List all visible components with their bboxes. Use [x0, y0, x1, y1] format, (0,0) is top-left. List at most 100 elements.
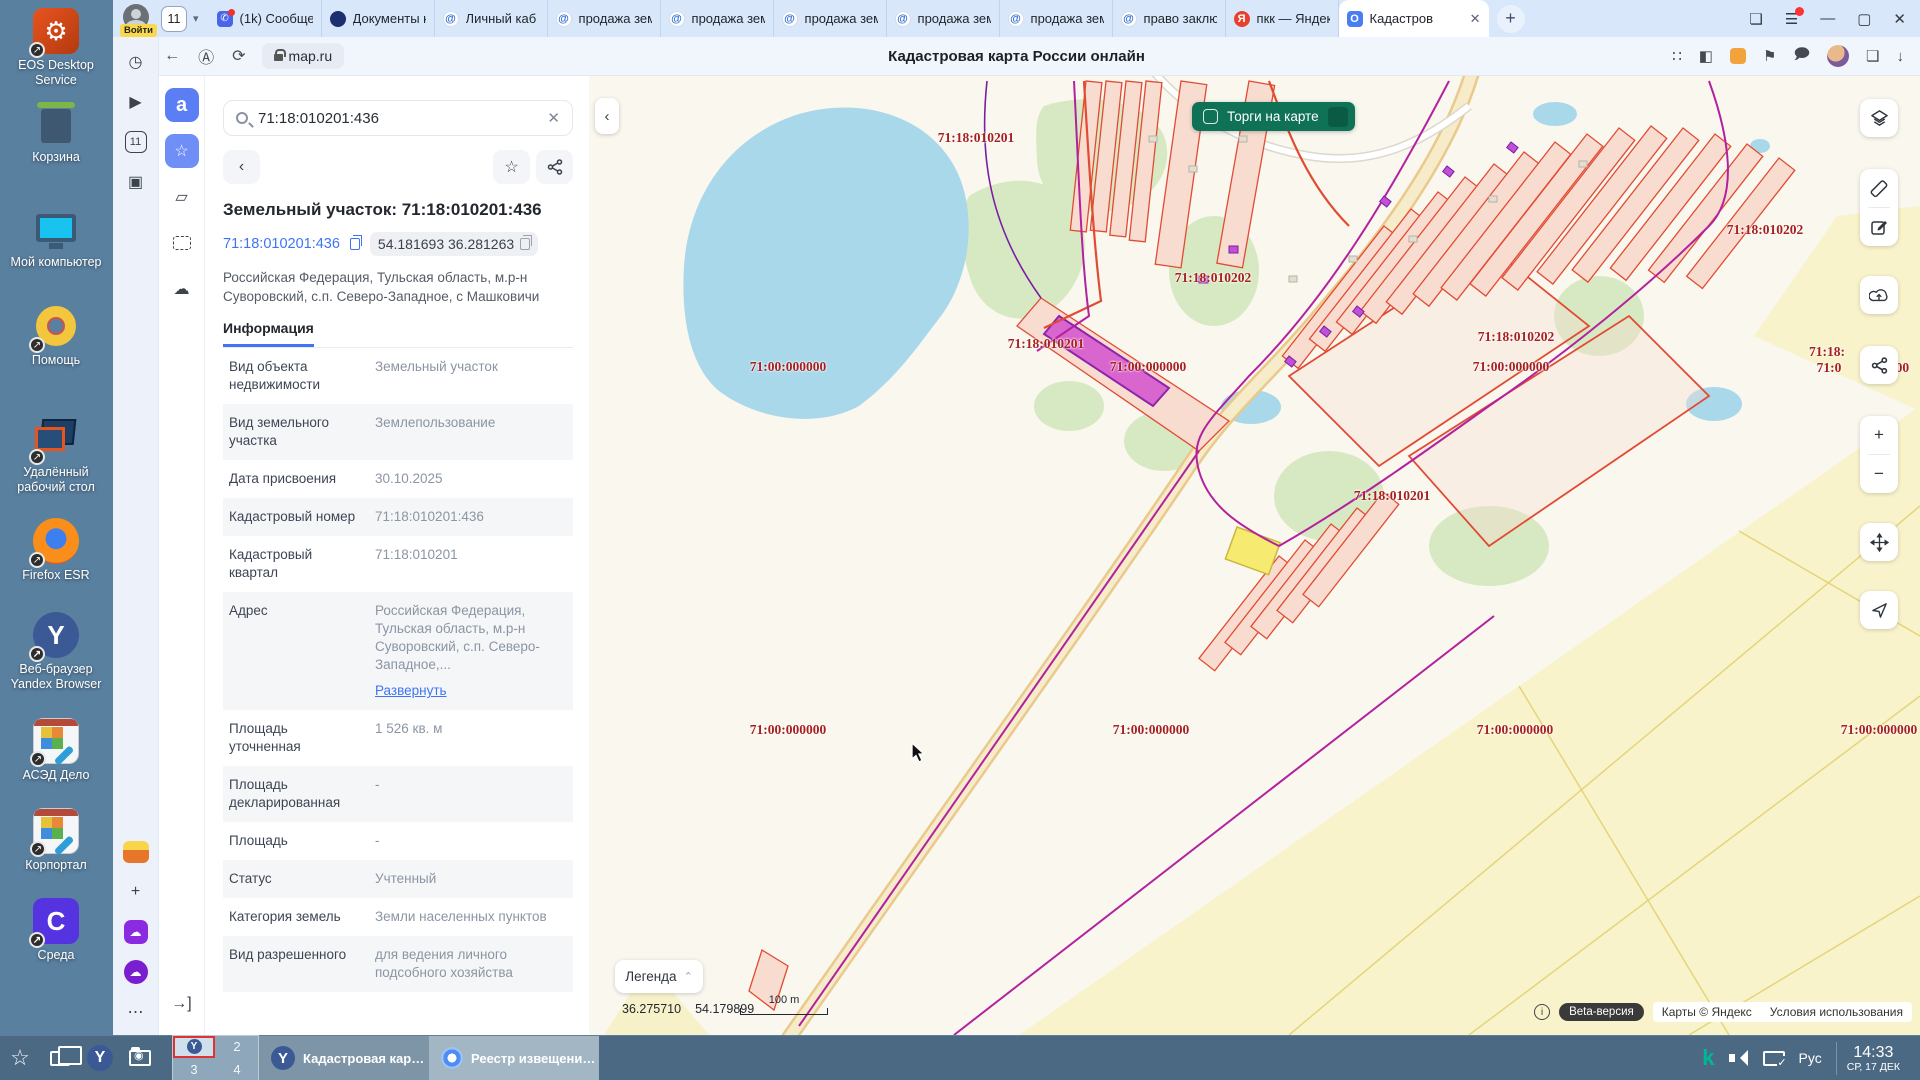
- copy-icon[interactable]: [350, 238, 360, 250]
- pan-button[interactable]: [1860, 523, 1898, 561]
- tab-land-sale-2[interactable]: @продажа зем: [661, 0, 774, 37]
- task-window-cadastral-map[interactable]: Y Кадастровая кар…: [259, 1036, 429, 1080]
- more-icon[interactable]: ⋯: [121, 997, 151, 1027]
- expand-link[interactable]: Развернуть: [375, 682, 447, 700]
- desktop-icon-rdp[interactable]: ↗ Удалённый рабочий стол: [0, 415, 112, 495]
- tab-land-sale-4[interactable]: @продажа зем: [887, 0, 1000, 37]
- workspace-3[interactable]: 3: [173, 1059, 215, 1080]
- taskbar-start-icon[interactable]: ☆: [0, 1036, 40, 1080]
- checkbox-icon[interactable]: [1203, 109, 1218, 124]
- kaspersky-icon[interactable]: k: [1702, 1045, 1714, 1071]
- desktop-icon-eos[interactable]: ⚙↗ EOS Desktop Service: [0, 8, 112, 88]
- yandex-home-icon[interactable]: Ⓐ: [198, 44, 214, 68]
- workspace-1[interactable]: Y: [173, 1036, 215, 1058]
- desktop-icon-firefox[interactable]: ↗ Firefox ESR: [0, 518, 112, 583]
- split-view-icon[interactable]: ◧: [1699, 47, 1713, 65]
- desktop-icon-trash[interactable]: Корзина: [0, 100, 112, 165]
- close-tab-icon[interactable]: ✕: [1466, 11, 1481, 27]
- tabs-tile[interactable]: 11: [121, 127, 151, 157]
- cloud-app-icon[interactable]: ☁: [121, 957, 151, 987]
- tab-messages[interactable]: ✆(1k) Сообще: [209, 0, 322, 37]
- info-icon[interactable]: i: [1534, 1004, 1550, 1020]
- layers-button[interactable]: [1860, 99, 1898, 137]
- back-button[interactable]: ‹: [223, 150, 260, 184]
- star-button[interactable]: ☆: [493, 150, 530, 184]
- collapse-panel-button[interactable]: ‹: [595, 98, 619, 134]
- tab-information[interactable]: Информация: [223, 320, 314, 347]
- map-canvas[interactable]: 71:18:010201 71:18:010202 71:18:010201 7…: [589, 76, 1920, 1035]
- video-icon[interactable]: ▶: [121, 87, 151, 117]
- coords-chip[interactable]: 54.181693 36.281263: [370, 232, 538, 256]
- mapru-logo[interactable]: a: [165, 88, 199, 122]
- desktop-icon-my-computer[interactable]: Мой компьютер: [0, 205, 112, 270]
- edit-button[interactable]: [1860, 208, 1898, 246]
- tab-land-sale-3[interactable]: @продажа зем: [774, 0, 887, 37]
- measure-icon[interactable]: ▱: [165, 180, 199, 214]
- screenshot-icon[interactable]: ▣: [121, 167, 151, 197]
- torgi-toggle-button[interactable]: Торги на карте: [1192, 102, 1355, 131]
- minimize-button[interactable]: —: [1820, 10, 1835, 27]
- download-icon[interactable]: ↓: [1897, 48, 1905, 65]
- workspace-4[interactable]: 4: [216, 1059, 258, 1080]
- tab-personal-cabinet[interactable]: @Личный каб: [435, 0, 548, 37]
- taskbar-windows-icon[interactable]: [40, 1036, 80, 1080]
- bookmark-flag-icon[interactable]: ⚑: [1763, 47, 1776, 65]
- map-share-button[interactable]: [1860, 346, 1898, 384]
- zoom-in-button[interactable]: +: [1860, 416, 1898, 454]
- cadastral-number-link[interactable]: 71:18:010201:436: [223, 236, 340, 252]
- collapse-rail-icon[interactable]: →]: [165, 987, 199, 1021]
- task-window-registry[interactable]: Реестр извещени…: [429, 1036, 599, 1080]
- taskbar-folder-icon[interactable]: [120, 1036, 160, 1080]
- gift-icon[interactable]: [1730, 48, 1746, 64]
- back-icon[interactable]: ←: [164, 47, 180, 65]
- mail-icon[interactable]: [121, 837, 151, 867]
- profile-button[interactable]: Войти: [123, 4, 153, 34]
- language-indicator[interactable]: Рус: [1799, 1050, 1822, 1066]
- locate-button[interactable]: [1860, 591, 1898, 629]
- tab-counter[interactable]: 11 ▾: [161, 6, 203, 32]
- volume-icon[interactable]: [1729, 1050, 1749, 1066]
- tab-right-conclude[interactable]: @право заклю: [1113, 0, 1226, 37]
- close-window-button[interactable]: ✕: [1893, 10, 1906, 28]
- maximize-button[interactable]: ▢: [1857, 10, 1871, 28]
- reload-icon[interactable]: ⟳: [232, 46, 245, 66]
- taskbar-yandex-icon[interactable]: Y: [80, 1036, 120, 1080]
- search-input[interactable]: [258, 110, 537, 127]
- search-box[interactable]: ✕: [223, 100, 573, 136]
- browser-menu-icon[interactable]: ☰: [1785, 10, 1798, 28]
- collections-icon[interactable]: ❏: [1866, 47, 1879, 65]
- add-icon[interactable]: +: [121, 877, 151, 907]
- chat-icon[interactable]: 🗩: [1793, 44, 1810, 69]
- address-chip[interactable]: map.ru: [262, 43, 345, 69]
- desktop-icon-delo[interactable]: ↗ АСЭД Дело: [0, 718, 112, 783]
- upload-button[interactable]: [1860, 276, 1898, 314]
- desktop-icon-sreda[interactable]: С↗ Среда: [0, 898, 112, 963]
- select-area-icon[interactable]: [165, 226, 199, 260]
- displays-icon[interactable]: [1763, 1051, 1785, 1066]
- tab-documents[interactable]: Документы н: [322, 0, 435, 37]
- disk-icon[interactable]: ☁: [121, 917, 151, 947]
- workspace-2[interactable]: 2: [216, 1036, 258, 1058]
- desktop-icon-help[interactable]: ↗ Помощь: [0, 303, 112, 368]
- copy-icon[interactable]: [520, 238, 530, 250]
- new-tab-button[interactable]: +: [1497, 5, 1525, 33]
- history-icon[interactable]: ◷: [121, 47, 151, 77]
- clear-search-icon[interactable]: ✕: [547, 109, 560, 127]
- user-avatar[interactable]: [1827, 45, 1849, 67]
- share-button[interactable]: [536, 150, 573, 184]
- tab-cadastral-map[interactable]: OКадастров✕: [1339, 0, 1489, 37]
- terms-link[interactable]: Условия использования: [1770, 1005, 1903, 1019]
- zoom-out-button[interactable]: −: [1860, 455, 1898, 493]
- favorites-icon[interactable]: ☆: [165, 134, 199, 168]
- tab-land-sale-5[interactable]: @продажа зем: [1000, 0, 1113, 37]
- services-grid-icon[interactable]: ∷: [1672, 47, 1682, 65]
- desktop-icon-yandex-browser[interactable]: Y↗ Веб-браузер Yandex Browser: [0, 612, 112, 692]
- clock[interactable]: 14:33 СР, 17 ДЕК: [1836, 1042, 1910, 1075]
- tab-land-sale-1[interactable]: @продажа зем: [548, 0, 661, 37]
- tab-pkk-yandex[interactable]: Япкк — Яндек: [1226, 0, 1339, 37]
- desktop-icon-korportal[interactable]: ↗ Корпортал: [0, 808, 112, 873]
- highlighted-parcel[interactable]: [1225, 527, 1280, 575]
- cloud-icon[interactable]: ☁: [165, 272, 199, 306]
- ruler-button[interactable]: [1860, 169, 1898, 207]
- legend-button[interactable]: Легенда ⌃: [615, 960, 703, 993]
